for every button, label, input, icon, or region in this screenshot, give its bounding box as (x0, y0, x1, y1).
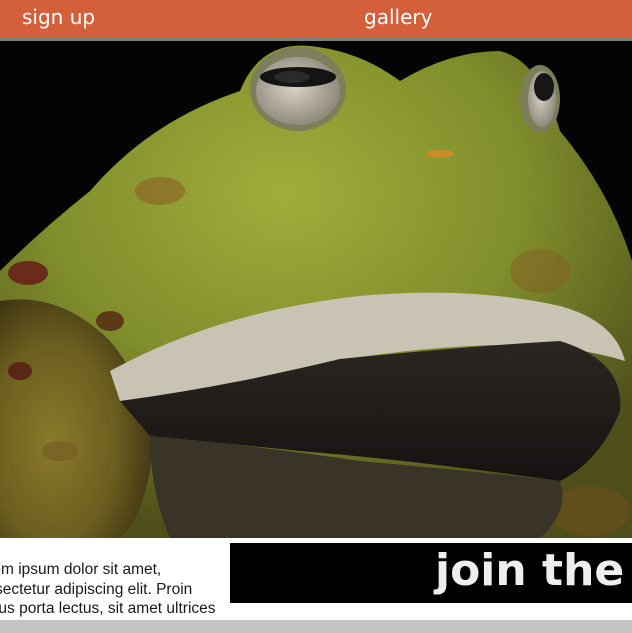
intro-paragraph: Lorem ipsum dolor sit amet, consectetur … (0, 561, 216, 623)
nav-link-gallery[interactable]: gallery (364, 4, 432, 30)
frog-photo (0, 41, 632, 538)
footer-bar (0, 620, 632, 633)
intro-text-block: Lorem ipsum dolor sit amet, consectetur … (0, 543, 226, 623)
join-banner: join the c (230, 543, 632, 603)
top-navbar: sign up gallery (0, 0, 632, 41)
hero-image (0, 41, 632, 538)
join-heading: join the c (435, 545, 632, 596)
nav-link-sign-up[interactable]: sign up (22, 4, 95, 30)
